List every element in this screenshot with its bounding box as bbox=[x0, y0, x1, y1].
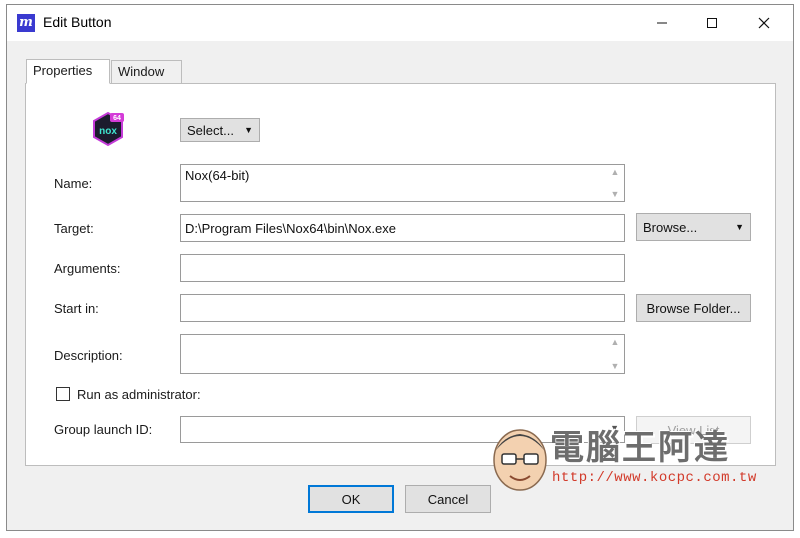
target-label: Target: bbox=[54, 221, 94, 236]
view-list-button[interactable]: View List bbox=[636, 416, 751, 444]
nox-icon-badge: 64 bbox=[113, 115, 121, 122]
scroll-down-icon[interactable]: ▼ bbox=[611, 189, 620, 199]
tab-window[interactable]: Window bbox=[111, 60, 182, 84]
group-launch-id-combo[interactable]: ▼ bbox=[180, 416, 625, 443]
scroll-down-icon[interactable]: ▼ bbox=[611, 361, 620, 371]
browse-folder-button[interactable]: Browse Folder... bbox=[636, 294, 751, 322]
cancel-label: Cancel bbox=[427, 491, 469, 507]
group-launch-id-label: Group launch ID: bbox=[54, 422, 153, 437]
nox-icon-text: nox bbox=[99, 126, 117, 137]
start-in-label: Start in: bbox=[54, 301, 99, 316]
chevron-down-icon: ▼ bbox=[735, 222, 744, 232]
tab-properties[interactable]: Properties bbox=[26, 59, 110, 84]
view-list-label: View List bbox=[667, 422, 720, 438]
browse-label: Browse... bbox=[643, 219, 698, 235]
browse-folder-label: Browse Folder... bbox=[646, 300, 741, 316]
chevron-down-icon: ▼ bbox=[244, 125, 253, 135]
run-as-admin-label: Run as administrator: bbox=[77, 387, 201, 402]
description-scrollbar[interactable]: ▲ ▼ bbox=[608, 337, 622, 371]
window-title: Edit Button bbox=[43, 14, 112, 30]
ok-button[interactable]: OK bbox=[308, 485, 394, 513]
title-bar: m Edit Button bbox=[7, 5, 793, 41]
select-icon-button[interactable]: Select... ▼ bbox=[180, 118, 260, 142]
run-as-admin-checkbox[interactable] bbox=[56, 387, 70, 401]
target-value: D:\Program Files\Nox64\bin\Nox.exe bbox=[185, 221, 396, 236]
select-icon-label: Select... bbox=[187, 122, 234, 138]
arguments-label: Arguments: bbox=[54, 261, 121, 276]
description-field[interactable]: ▲ ▼ bbox=[180, 334, 625, 374]
start-in-field[interactable] bbox=[180, 294, 625, 322]
name-scrollbar[interactable]: ▲ ▼ bbox=[608, 167, 622, 199]
maximize-button[interactable] bbox=[689, 5, 735, 41]
close-button[interactable] bbox=[741, 5, 787, 41]
minimize-icon bbox=[657, 22, 667, 24]
scroll-up-icon[interactable]: ▲ bbox=[611, 337, 620, 347]
maximize-icon bbox=[707, 18, 717, 28]
minimize-button[interactable] bbox=[639, 5, 685, 41]
cancel-button[interactable]: Cancel bbox=[405, 485, 491, 513]
ok-label: OK bbox=[341, 491, 361, 507]
arguments-field[interactable] bbox=[180, 254, 625, 282]
browse-button[interactable]: Browse... ▼ bbox=[636, 213, 751, 241]
target-field[interactable]: D:\Program Files\Nox64\bin\Nox.exe bbox=[180, 214, 625, 242]
name-value: Nox(64-bit) bbox=[185, 168, 250, 183]
name-field[interactable]: Nox(64-bit) ▲ ▼ bbox=[180, 164, 625, 202]
nox-app-icon: nox 64 bbox=[93, 111, 124, 147]
close-icon bbox=[758, 17, 770, 29]
chevron-down-icon[interactable]: ▼ bbox=[610, 423, 619, 433]
app-logo-icon: m bbox=[17, 14, 35, 32]
name-label: Name: bbox=[54, 176, 93, 191]
description-label: Description: bbox=[54, 348, 123, 363]
scroll-up-icon[interactable]: ▲ bbox=[611, 167, 620, 177]
